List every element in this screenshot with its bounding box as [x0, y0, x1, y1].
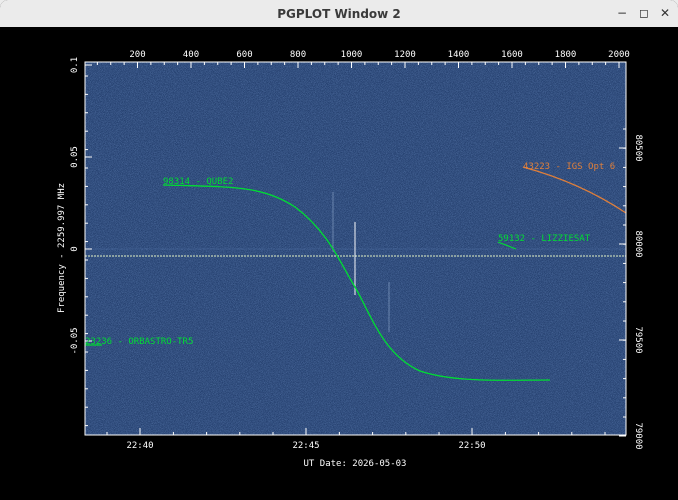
bottom-tick-label: 22:40 [126, 441, 153, 451]
top-tick-label: 1000 [341, 50, 363, 60]
y-axis-label: Frequency - 2259.997 MHz [57, 183, 67, 313]
sat-label-orbastro: 23236 - ORBASTRO-TR5 [85, 337, 193, 347]
top-tick-label: 2000 [608, 50, 630, 60]
x-axis-label: UT Date: 2026-05-03 [304, 459, 407, 469]
window-title: PGPLOT Window 2 [277, 7, 401, 21]
top-tick-label: 400 [183, 50, 199, 60]
top-tick-label: 1600 [501, 50, 523, 60]
right-tick-label: 79000 [633, 422, 643, 449]
sat-label-igs-opt6: 43223 - IGS Opt 6 [523, 162, 615, 172]
top-tick-label: 200 [129, 50, 145, 60]
left-tick-label: 0 [70, 246, 80, 251]
right-tick-label: 80000 [633, 230, 643, 257]
top-tick-label: 600 [236, 50, 252, 60]
bottom-tick-label: 22:50 [458, 441, 485, 451]
top-tick-label: 800 [290, 50, 306, 60]
left-tick-label: -0.05 [70, 327, 80, 354]
top-tick-label: 1400 [448, 50, 470, 60]
top-tick-label: 1200 [394, 50, 416, 60]
left-tick-label: 0.05 [70, 146, 80, 168]
pgplot-window: PGPLOT Window 2 − ◻ ✕ 200 400 600 800 1000 12… [0, 0, 678, 500]
right-tick-label: 80500 [633, 134, 643, 161]
sat-label-lizziesat: 59132 - LIZZIESAT [498, 234, 591, 244]
title-bar[interactable]: PGPLOT Window 2 − ◻ ✕ [0, 0, 678, 28]
top-tick-label: 1800 [555, 50, 577, 60]
left-tick-label: 0.1 [70, 57, 80, 73]
right-tick-label: 79500 [633, 326, 643, 353]
plot-canvas: 200 400 600 800 1000 1200 1400 1600 1800 2000 22:4… [0, 27, 678, 500]
maximize-icon[interactable]: ◻ [636, 5, 652, 21]
minimize-icon[interactable]: − [614, 5, 630, 21]
sat-label-qube2: 98314 - QUBE2 [163, 177, 233, 187]
close-icon[interactable]: ✕ [657, 5, 673, 21]
bottom-tick-label: 22:45 [292, 441, 319, 451]
waterfall-chart: 200 400 600 800 1000 1200 1400 1600 1800 2000 22:4… [57, 50, 643, 469]
